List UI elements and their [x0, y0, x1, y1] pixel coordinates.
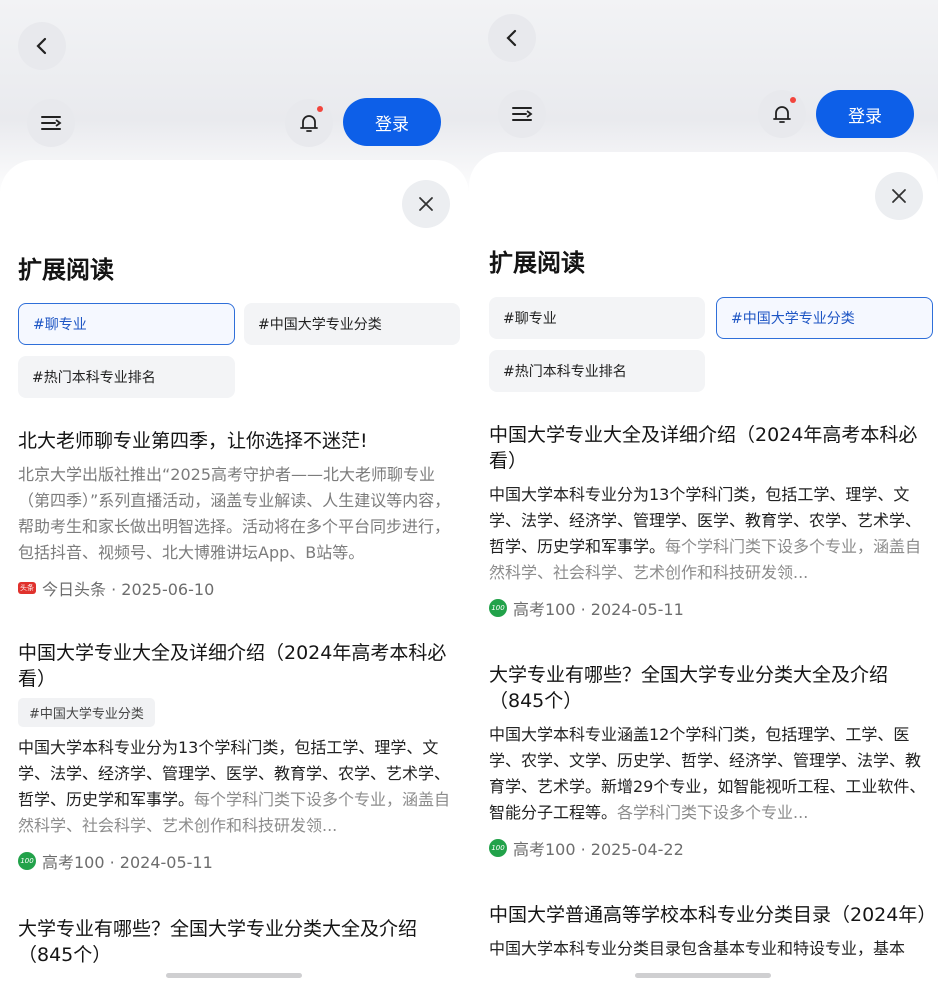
article-summary: 北京大学出版社推出“2025高考守护者——北大老师聊专业（第四季）”系列直播活动…: [18, 465, 451, 562]
back-button[interactable]: [488, 14, 536, 62]
menu-button[interactable]: [27, 99, 75, 147]
article-summary: 中国大学本科专业分类目录包含基本专业和特设专业，基本: [489, 939, 906, 958]
article-source: 100 高考100 · 2024-05-11: [489, 596, 934, 620]
article-source: 头条 今日头条 · 2025-06-10: [18, 576, 455, 600]
article-title: 中国大学专业大全及详细介绍（2024年高考本科必看）: [489, 424, 918, 472]
home-indicator[interactable]: [166, 973, 302, 978]
menu-icon: [41, 116, 62, 130]
notification-button[interactable]: [758, 90, 806, 138]
notification-dot: [317, 106, 323, 112]
toutiao-logo-icon: 头条: [18, 582, 36, 594]
close-button[interactable]: [875, 172, 923, 220]
source-text: 高考100 · 2025-04-22: [513, 840, 684, 859]
sheet-title: 扩展阅读: [489, 249, 585, 277]
tag-chip-china-major-category[interactable]: #中国大学专业分类: [244, 303, 460, 345]
gaokao100-logo-icon: 100: [489, 599, 507, 617]
article-tag[interactable]: #中国大学专业分类: [18, 698, 155, 727]
article-card[interactable]: 北大老师聊专业第四季，让你选择不迷茫! 北京大学出版社推出“2025高考守护者—…: [18, 428, 455, 600]
tag-chip-hot-major-ranking[interactable]: #热门本科专业排名: [18, 356, 235, 398]
notification-dot: [790, 97, 796, 103]
article-card[interactable]: 中国大学专业大全及详细介绍（2024年高考本科必看） #中国大学专业分类 中国大…: [18, 640, 455, 873]
article-title: 中国大学普通高等学校本科专业分类目录（2024年）: [489, 904, 937, 926]
article-source: 100 高考100 · 2025-04-22: [489, 836, 934, 860]
close-icon: [419, 197, 433, 211]
close-button[interactable]: [402, 180, 450, 228]
source-text: 今日头条 · 2025-06-10: [42, 580, 215, 599]
source-text: 高考100 · 2024-05-11: [42, 853, 213, 872]
summary-more: 各学科门类下设多个专业...: [617, 803, 809, 822]
article-source: 100 高考100 · 2024-05-11: [18, 849, 455, 873]
article-card[interactable]: 中国大学普通高等学校本科专业分类目录（2024年） 中国大学本科专业分类目录包含…: [489, 902, 937, 962]
login-button[interactable]: 登录: [816, 90, 914, 138]
menu-button[interactable]: [498, 90, 546, 138]
tag-chip-hot-major-ranking[interactable]: #热门本科专业排名: [489, 350, 705, 392]
extended-reading-sheet: 扩展阅读 #聊专业 #中国大学专业分类 #热门本科专业排名 北大老师聊专业第四季…: [0, 160, 469, 991]
article-card[interactable]: 中国大学专业大全及详细介绍（2024年高考本科必看） 中国大学本科专业分为13个…: [489, 422, 934, 620]
close-icon: [892, 189, 906, 203]
article-title: 大学专业有哪些？全国大学专业分类大全及介绍（845个）: [18, 918, 418, 966]
article-card[interactable]: 大学专业有哪些？全国大学专业分类大全及介绍（845个） 中国大学本科专业涵盖12…: [489, 662, 934, 860]
bell-icon: [773, 106, 791, 123]
article-summary: 中国大学本科专业涵盖12个学科门类，包括理学、工学、医学、农学、文学、历史学、哲…: [489, 722, 934, 826]
article-title: 北大老师聊专业第四季，让你选择不迷茫!: [18, 430, 368, 452]
menu-icon: [512, 107, 533, 121]
gaokao100-logo-icon: 100: [489, 839, 507, 857]
back-arrow-icon: [506, 29, 517, 47]
article-card[interactable]: 大学专业有哪些？全国大学专业分类大全及介绍（845个）: [18, 916, 455, 968]
left-screen: 登录 扩展阅读 #聊专业 #中国大学专业分类 #热门本科专业排名 北大老师聊专业…: [0, 0, 469, 991]
bell-icon: [300, 115, 318, 132]
back-arrow-icon: [36, 37, 47, 55]
article-title: 大学专业有哪些？全国大学专业分类大全及介绍（845个）: [489, 664, 889, 712]
article-title: 中国大学专业大全及详细介绍（2024年高考本科必看）: [18, 642, 447, 690]
right-screen: 登录 扩展阅读 #聊专业 #中国大学专业分类 #热门本科专业排名 中国大学专业大…: [469, 0, 938, 991]
article-summary: 中国大学本科专业分为13个学科门类，包括工学、理学、文学、法学、经济学、管理学、…: [18, 735, 455, 839]
extended-reading-sheet: 扩展阅读 #聊专业 #中国大学专业分类 #热门本科专业排名 中国大学专业大全及详…: [469, 152, 938, 991]
home-indicator[interactable]: [635, 973, 771, 978]
gaokao100-logo-icon: 100: [18, 852, 36, 870]
back-button[interactable]: [18, 22, 66, 70]
login-button[interactable]: 登录: [343, 98, 441, 146]
source-text: 高考100 · 2024-05-11: [513, 600, 684, 619]
tag-chip-china-major-category[interactable]: #中国大学专业分类: [716, 297, 933, 339]
tag-chip-talk-major[interactable]: #聊专业: [18, 303, 235, 345]
article-summary: 中国大学本科专业分为13个学科门类，包括工学、理学、文学、法学、经济学、管理学、…: [489, 482, 934, 586]
notification-button[interactable]: [285, 99, 333, 147]
tag-chip-talk-major[interactable]: #聊专业: [489, 297, 705, 339]
sheet-title: 扩展阅读: [18, 256, 114, 284]
